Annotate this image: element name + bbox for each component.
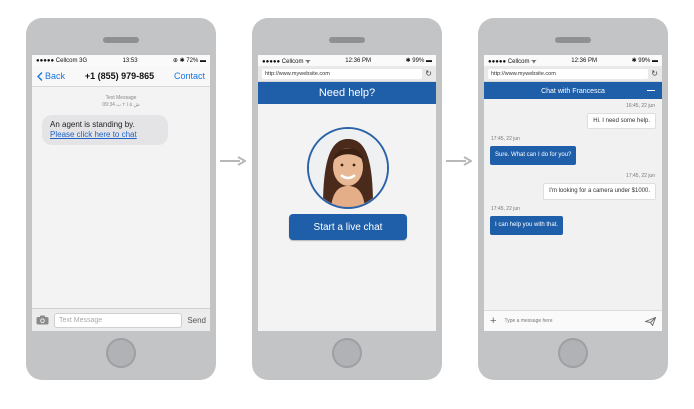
incoming-message: I can help you with that. xyxy=(490,216,564,235)
incoming-message: Sure. What can I do for you? xyxy=(490,146,577,165)
sender-number: +1 (855) 979-865 xyxy=(84,71,155,81)
status-bar: ●●●●● Cellcom ᯤ 12:36 PM ✱ 99% ▬ xyxy=(258,55,436,66)
clock: 12:36 PM xyxy=(345,57,371,64)
reload-icon[interactable]: ↻ xyxy=(651,69,658,78)
website-screen: ●●●●● Cellcom ᯤ 12:36 PM ✱ 99% ▬ http://… xyxy=(258,55,436,331)
back-label: Back xyxy=(45,71,66,81)
status-bar: ●●●●● Cellcom 3G 13:53 ⊕ ✱ 72% ▬ xyxy=(32,55,210,66)
sms-compose-bar: Text Message Send xyxy=(32,308,210,331)
carrier-label: ●●●●● Cellcom ᯤ xyxy=(488,58,537,65)
agent-avatar xyxy=(307,127,389,209)
message-type-label: Text Message xyxy=(105,95,137,101)
chat-messages: 16:45, 22 jun Hi. I need some help. 17:4… xyxy=(484,99,662,311)
chat-link[interactable]: Please click here to chat xyxy=(50,130,160,140)
message-meta: Text Message 09:34 ﻿‏ﺵ‏ ٥ ﺎ‏ ٢ ﺏ xyxy=(32,95,210,109)
outgoing-message: Hi. I need some help. xyxy=(587,113,656,129)
home-button[interactable] xyxy=(558,338,588,368)
arrow-right-icon xyxy=(446,156,472,166)
phone-chat: ●●●●● Cellcom ᯤ 12:36 PM ✱ 99% ▬ http://… xyxy=(478,18,668,380)
message-time: 17:45, 22 jun xyxy=(626,173,655,179)
message-time: 16:45, 22 jun xyxy=(626,103,655,109)
chat-header: Chat with Francesca xyxy=(484,82,662,100)
chat-message-input[interactable]: Type a message here xyxy=(504,318,637,324)
chat-title: Chat with Francesca xyxy=(541,87,605,95)
agent-portrait-icon xyxy=(309,129,387,207)
sms-text-field[interactable]: Text Message xyxy=(54,312,183,328)
phone-website: ●●●●● Cellcom ᯤ 12:36 PM ✱ 99% ▬ http://… xyxy=(252,18,442,380)
back-button[interactable]: Back xyxy=(37,71,65,81)
incoming-sms-bubble: An agent is standing by. Please click he… xyxy=(42,115,168,145)
contact-button[interactable]: Contact xyxy=(174,71,205,81)
send-icon[interactable] xyxy=(645,316,656,326)
start-live-chat-button[interactable]: Start a live chat xyxy=(289,214,407,240)
arrow-right-icon xyxy=(220,156,246,166)
chat-compose-bar: + Type a message here xyxy=(484,310,662,331)
chat-screen: ●●●●● Cellcom ᯤ 12:36 PM ✱ 99% ▬ http://… xyxy=(484,55,662,331)
sms-nav-bar: Back +1 (855) 979-865 Contact xyxy=(32,66,210,87)
home-button[interactable] xyxy=(106,338,136,368)
outgoing-message: I'm looking for a camera under $1000. xyxy=(543,183,656,200)
carrier-label: ●●●●● Cellcom ᯤ xyxy=(262,58,311,65)
home-button[interactable] xyxy=(332,338,362,368)
browser-url-bar: http://www.mywebsite.com ↻ xyxy=(258,66,436,82)
message-timestamp: 09:34 ﻿‏ﺵ‏ ٥ ﺎ‏ ٢ ﺏ xyxy=(102,102,140,108)
url-field[interactable]: http://www.mywebsite.com xyxy=(262,68,423,79)
message-time: 17:45, 22 jun xyxy=(491,136,520,142)
carrier-label: ●●●●● Cellcom 3G xyxy=(36,57,88,64)
battery-label: ✱ 99% ▬ xyxy=(405,58,432,64)
clock: 12:36 PM xyxy=(571,57,597,64)
browser-url-bar: http://www.mywebsite.com ↻ xyxy=(484,66,662,82)
speaker xyxy=(103,37,139,43)
sms-screen: ●●●●● Cellcom 3G 13:53 ⊕ ✱ 72% ▬ Back +1… xyxy=(32,55,210,331)
chevron-left-icon xyxy=(37,71,43,81)
status-bar: ●●●●● Cellcom ᯤ 12:36 PM ✱ 99% ▬ xyxy=(484,55,662,66)
page-title: Need help? xyxy=(318,87,376,99)
minimize-icon[interactable] xyxy=(647,90,655,91)
phone-sms: ●●●●● Cellcom 3G 13:53 ⊕ ✱ 72% ▬ Back +1… xyxy=(26,18,216,380)
speaker xyxy=(555,37,591,43)
camera-icon[interactable] xyxy=(36,315,49,325)
message-time: 17:45, 22 jun xyxy=(491,206,520,212)
sms-text: An agent is standing by. xyxy=(50,120,135,129)
send-button[interactable]: Send xyxy=(187,316,206,325)
reload-icon[interactable]: ↻ xyxy=(425,69,432,78)
clock: 13:53 xyxy=(122,57,138,64)
battery-label: ⊕ ✱ 72% ▬ xyxy=(172,58,206,64)
speaker xyxy=(329,37,365,43)
plus-icon[interactable]: + xyxy=(490,316,496,327)
battery-label: ✱ 99% ▬ xyxy=(631,58,658,64)
url-field[interactable]: http://www.mywebsite.com xyxy=(488,68,649,79)
help-title-bar: Need help? xyxy=(258,82,436,104)
